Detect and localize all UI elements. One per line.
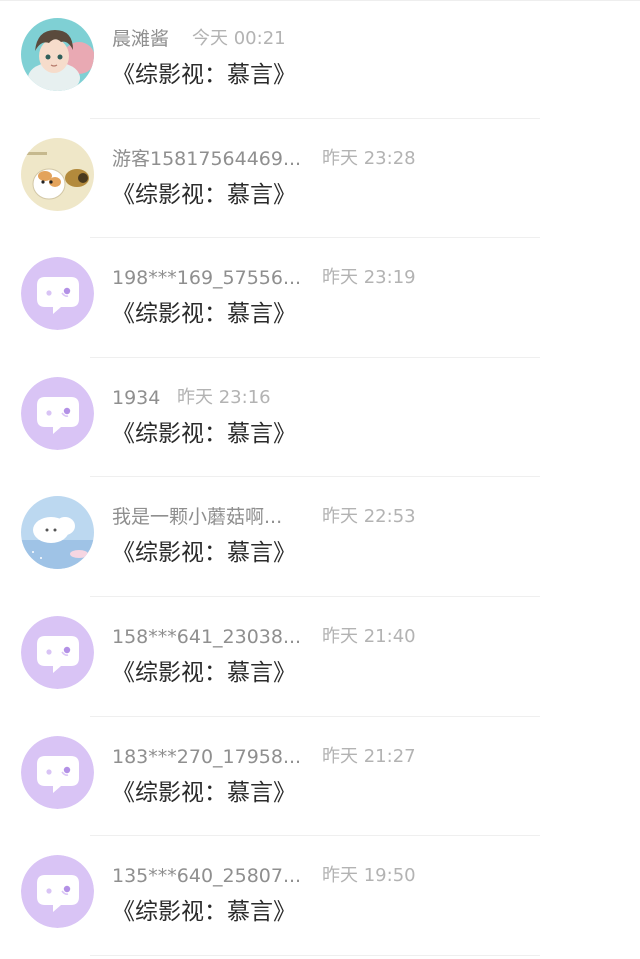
comment-text: 《综影视：慕言》 (112, 899, 296, 926)
sky-cloud-avatar-icon (21, 496, 94, 570)
comment-item[interactable]: 183***270_17958... 昨天 21:27 《综影视：慕言》 (0, 718, 640, 838)
row-divider (90, 835, 540, 837)
timestamp: 昨天 23:28 (322, 147, 416, 169)
comment-text: 《综影视：慕言》 (112, 779, 296, 806)
comment-item[interactable]: 晨滩酱 今天 00:21 《综影视：慕言》 (0, 0, 640, 120)
avatar[interactable] (21, 376, 94, 450)
username[interactable]: 198***169_57556... (112, 264, 301, 292)
timestamp: 昨天 22:53 (322, 506, 416, 528)
default-chat-bubble-avatar-icon (21, 735, 94, 809)
comment-item[interactable]: 我是一颗小蘑菇啊... 昨天 22:53 《综影视：慕言》 (0, 478, 640, 598)
comment-list: 晨滩酱 今天 00:21 《综影视：慕言》 游客15817564469... 昨… (0, 0, 640, 957)
timestamp: 今天 00:21 (192, 28, 286, 49)
avatar[interactable] (21, 855, 94, 929)
row-divider (90, 715, 540, 717)
default-chat-bubble-avatar-icon (21, 615, 94, 689)
timestamp: 昨天 21:40 (322, 625, 416, 647)
comment-text: 《综影视：慕言》 (112, 62, 296, 88)
comment-text: 《综影视：慕言》 (112, 301, 296, 328)
comment-text: 《综影视：慕言》 (112, 659, 296, 686)
avatar[interactable] (21, 18, 94, 91)
username[interactable]: 1934 (112, 384, 160, 412)
default-chat-bubble-avatar-icon (21, 257, 94, 331)
username[interactable]: 183***270_17958... (112, 743, 301, 771)
default-chat-bubble-avatar-icon (21, 855, 94, 929)
anime-boy-avatar-icon (21, 18, 94, 91)
row-divider (90, 476, 540, 478)
comment-text: 《综影视：慕言》 (112, 420, 296, 447)
username[interactable]: 游客15817564469... (112, 145, 301, 173)
comment-item[interactable]: 游客15817564469... 昨天 23:28 《综影视：慕言》 (0, 120, 640, 240)
timestamp: 昨天 23:19 (322, 267, 416, 289)
username[interactable]: 我是一颗小蘑菇啊... (112, 503, 282, 531)
timestamp: 昨天 19:50 (322, 865, 416, 887)
avatar[interactable] (21, 496, 94, 570)
comment-item[interactable]: 198***169_57556... 昨天 23:19 《综影视：慕言》 (0, 239, 640, 359)
avatar[interactable] (21, 735, 94, 809)
comment-text: 《综影视：慕言》 (112, 181, 296, 208)
row-divider (90, 356, 540, 358)
comment-item[interactable]: 158***641_23038... 昨天 21:40 《综影视：慕言》 (0, 598, 640, 718)
timestamp: 昨天 21:27 (322, 745, 416, 767)
comment-text: 《综影视：慕言》 (112, 540, 296, 567)
avatar[interactable] (21, 615, 94, 689)
comment-item[interactable]: 135***640_25807... 昨天 19:50 《综影视：慕言》 (0, 837, 640, 957)
row-divider (90, 117, 540, 119)
username[interactable]: 135***640_25807... (112, 862, 301, 890)
avatar[interactable] (21, 257, 94, 331)
username[interactable]: 晨滩酱 (112, 25, 169, 53)
default-chat-bubble-avatar-icon (21, 376, 94, 450)
hamster-avatar-icon (21, 137, 94, 211)
row-divider (90, 954, 540, 956)
avatar[interactable] (21, 137, 94, 211)
comment-item[interactable]: 1934 昨天 23:16 《综影视：慕言》 (0, 359, 640, 479)
timestamp: 昨天 23:16 (177, 386, 271, 408)
row-divider (90, 237, 540, 239)
row-divider (90, 595, 540, 597)
username[interactable]: 158***641_23038... (112, 623, 301, 651)
